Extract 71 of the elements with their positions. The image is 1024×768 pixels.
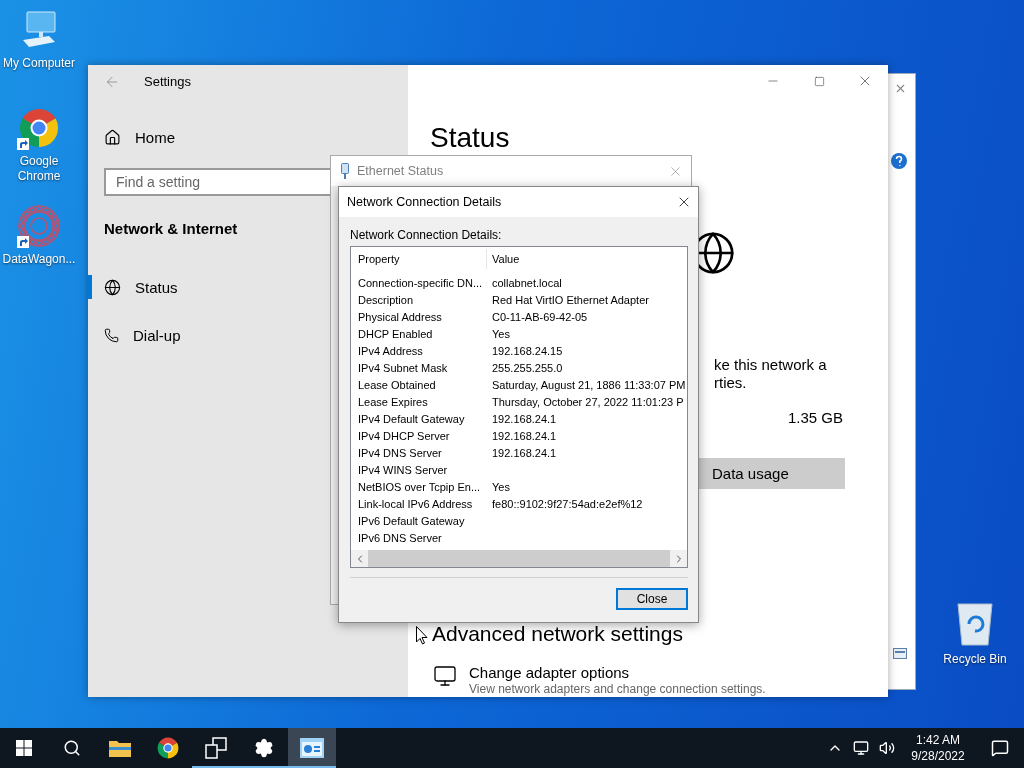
chrome-icon	[19, 108, 59, 148]
window-icon	[893, 648, 907, 659]
property-cell-text: IPv4 DNS Server	[357, 446, 443, 459]
windows-icon[interactable]	[205, 737, 227, 759]
value-cell-text: 192.168.24.1	[491, 446, 558, 459]
horizontal-scrollbar[interactable]	[351, 550, 687, 567]
value-cell-text: 192.168.24.15	[491, 344, 564, 357]
close-button[interactable]: Close	[616, 588, 688, 610]
window-title: Settings	[144, 74, 191, 89]
list-label: Network Connection Details:	[350, 227, 503, 243]
property-cell-text: IPv4 Subnet Mask	[357, 361, 449, 374]
settings-icon[interactable]	[254, 738, 274, 758]
notification-icon[interactable]	[991, 739, 1009, 757]
property-cell-text: IPv4 Default Gateway	[357, 412, 466, 425]
value-cell-text: Saturday, August 21, 1886 11:33:07 PM	[491, 378, 687, 391]
help-icon[interactable]	[891, 153, 907, 169]
body-text: rties.	[714, 374, 748, 392]
desktop-icon-label[interactable]: My Computer	[1, 56, 77, 71]
section-heading: Advanced network settings	[432, 622, 683, 646]
desktop-icon-label[interactable]: Recycle Bin	[937, 652, 1013, 667]
page-heading: Status	[430, 121, 511, 155]
home-nav-item[interactable]: Home	[88, 124, 408, 150]
value-cell-text: 192.168.24.1	[491, 429, 558, 442]
property-cell-text: Link-local IPv6 Address	[357, 497, 474, 510]
control-panel-icon[interactable]	[300, 738, 324, 758]
windows-logo-icon[interactable]	[16, 740, 32, 756]
adapter-options-description: View network adapters and change connection settings.	[469, 682, 766, 696]
property-cell-text: DHCP Enabled	[357, 327, 434, 340]
value-cell-text: 192.168.24.1	[491, 412, 558, 425]
mouse-cursor-icon	[416, 626, 428, 645]
value-cell-text: Yes	[491, 480, 511, 493]
value-cell-text: Thursday, October 27, 2022 11:01:23 P	[491, 395, 685, 408]
value-cell-text: Red Hat VirtIO Ethernet Adapter	[491, 293, 650, 306]
dialog-title: Network Connection Details	[347, 195, 503, 209]
adapter-options-link[interactable]: Change adapter options	[469, 664, 766, 682]
property-cell-text: IPv6 DNS Server	[357, 531, 443, 544]
body-text: ke this network a	[714, 356, 828, 374]
property-cell-text: Lease Expires	[357, 395, 429, 408]
data-usage-button[interactable]: Data usage	[698, 458, 845, 489]
property-cell-text: IPv4 Address	[357, 344, 424, 357]
property-cell-text: Lease Obtained	[357, 378, 437, 391]
section-title: Network & Internet	[104, 220, 238, 237]
property-cell-text: IPv4 WINS Server	[357, 463, 449, 476]
property-cell-text: IPv6 Default Gateway	[357, 514, 466, 527]
recycle-bin-icon	[956, 602, 994, 646]
value-cell-text: Yes	[491, 327, 511, 340]
value-cell-text: 255.255.255.0	[491, 361, 564, 374]
property-cell-text: IPv4 DHCP Server	[357, 429, 451, 442]
value-cell-text: collabnet.local	[491, 276, 563, 289]
desktop-icon-label[interactable]: Google Chrome	[1, 154, 77, 184]
property-cell-text: NetBIOS over Tcpip En...	[357, 480, 482, 493]
data-amount: 1.35 GB	[787, 408, 843, 428]
maximize-icon[interactable]	[813, 75, 825, 87]
search-icon[interactable]	[63, 739, 81, 757]
property-cell-text: Physical Address	[357, 310, 443, 323]
plug-icon	[341, 163, 349, 179]
value-cell-text: fe80::9102:9f27:54ad:e2ef%12	[491, 497, 644, 510]
star-pattern-icon	[17, 204, 61, 248]
column-header[interactable]: Value	[487, 249, 687, 269]
volume-icon[interactable]	[879, 740, 895, 756]
folder-icon[interactable]	[109, 739, 131, 757]
desktop-icon-label[interactable]: DataWagon...	[1, 252, 77, 267]
value-cell-text: C0-11-AB-69-42-05	[491, 310, 589, 323]
network-icon[interactable]	[853, 740, 869, 756]
column-header[interactable]: Property	[351, 249, 487, 269]
globe-icon	[104, 278, 121, 296]
phone-icon	[104, 327, 119, 343]
home-icon	[104, 128, 121, 146]
monitor-icon	[433, 664, 457, 688]
chrome-icon	[157, 737, 179, 759]
clock[interactable]: 1:42 AM 9/28/2022	[900, 728, 976, 768]
